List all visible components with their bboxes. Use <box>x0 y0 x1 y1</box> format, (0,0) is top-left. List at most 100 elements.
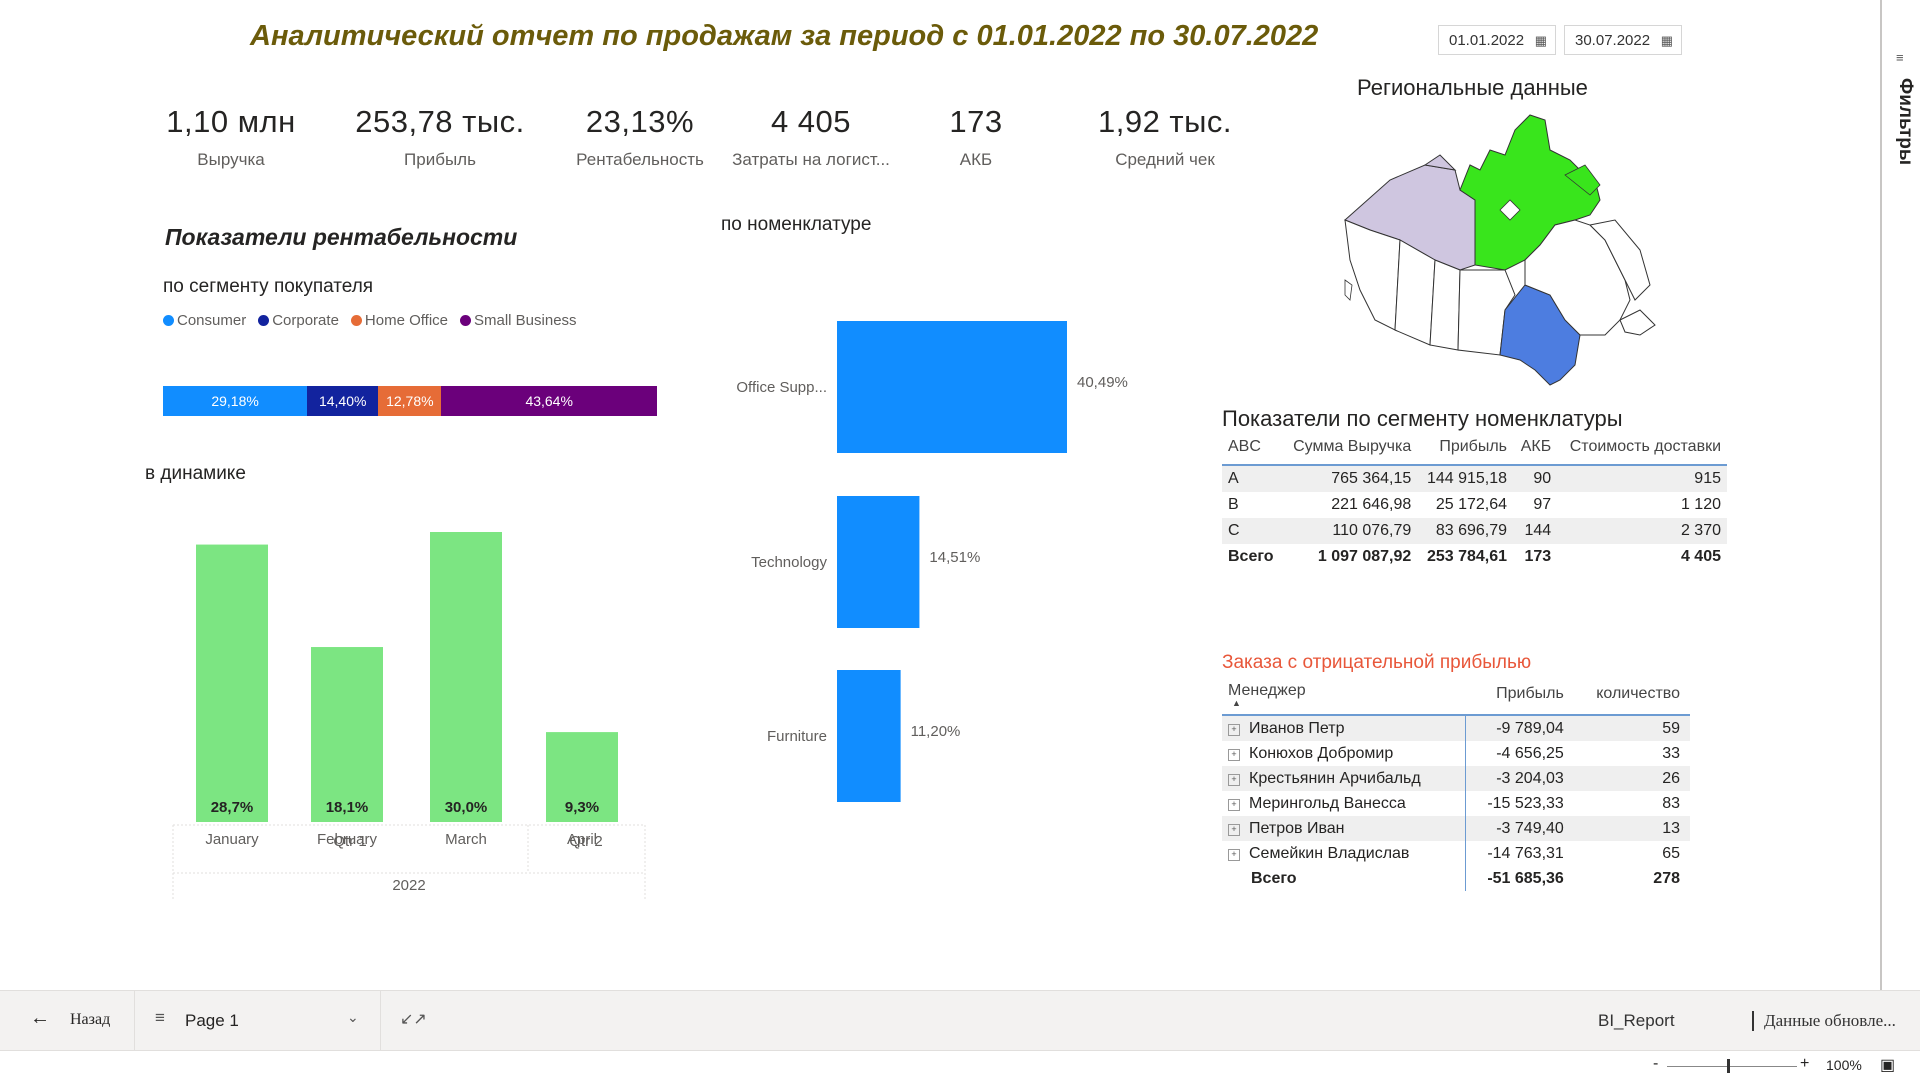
filters-label[interactable]: Фильтры <box>1894 78 1916 165</box>
nomenclature-bar[interactable] <box>837 496 920 628</box>
legend-label: Corporate <box>272 312 339 329</box>
nomenclature-bar[interactable] <box>837 670 901 802</box>
table-cell: + Мерингольд Ванесса <box>1222 791 1467 816</box>
section-heading: Показатели рентабельности <box>165 224 518 250</box>
table-cell: 13 <box>1573 816 1690 841</box>
report-title: Аналитический отчет по продажам за перио… <box>250 20 1319 52</box>
zoom-in-button[interactable]: + <box>1800 1055 1809 1073</box>
table-cell: + Конюхов Добромир <box>1222 741 1467 766</box>
back-label: Назад <box>70 1011 111 1028</box>
negative-profit-title: Заказа с отрицательной прибылью <box>1222 652 1532 673</box>
collapse-icon[interactable]: ↙↗ <box>400 1009 427 1029</box>
year-label: 2022 <box>392 877 425 894</box>
filter-icon[interactable]: ≡ <box>1896 50 1904 65</box>
expand-icon[interactable]: + <box>1228 773 1240 786</box>
abc-table-title: Показатели по сегменту номенклатуры <box>1222 406 1623 431</box>
column-header[interactable]: Прибыль <box>1417 436 1514 466</box>
date-from-input[interactable]: 01.01.2022 ▦ <box>1438 25 1556 55</box>
calendar-icon[interactable]: ▦ <box>1661 26 1673 56</box>
column-header[interactable]: Стоимость доставки <box>1557 436 1727 466</box>
map-region-saskatchewan[interactable] <box>1429 259 1461 351</box>
expand-icon[interactable]: + <box>1228 723 1240 736</box>
chevron-down-icon: ⌄ <box>347 1009 359 1025</box>
nomenclature-chart-title: по номенклатуре <box>721 214 872 235</box>
legend-item[interactable]: Corporate <box>258 312 339 329</box>
expand-icon[interactable]: + <box>1228 748 1240 761</box>
zoom-slider[interactable] <box>1667 1066 1797 1067</box>
segment-stacked-bar: 29,18% 14,40% 12,78% 43,64% <box>163 386 657 416</box>
dynamics-bar[interactable] <box>196 544 268 822</box>
column-header[interactable]: ABC <box>1222 436 1282 466</box>
table-row[interactable]: + Семейкин Владислав -14 763,31 65 <box>1222 841 1690 866</box>
expand-icon[interactable]: + <box>1228 798 1240 811</box>
legend-dot <box>163 315 174 326</box>
sort-ascending-icon[interactable]: ▲ <box>1232 699 1456 708</box>
table-row[interactable]: + Крестьянин Арчибальд -3 204,03 26 <box>1222 766 1690 791</box>
column-header[interactable]: Прибыль <box>1465 680 1574 716</box>
legend-item[interactable]: Small Business <box>460 312 577 329</box>
column-header[interactable]: АКБ <box>1513 436 1558 466</box>
table-row[interactable]: + Иванов Петр -9 789,04 59 <box>1222 715 1690 741</box>
manager-name: Иванов Петр <box>1249 719 1345 737</box>
table-cell: 278 <box>1653 869 1680 887</box>
table-row[interactable]: + Конюхов Добромир -4 656,25 33 <box>1222 741 1690 766</box>
data-updated-label[interactable]: Данные обновле... <box>1752 1011 1896 1031</box>
date-to-value: 30.07.2022 <box>1575 32 1651 49</box>
table-row[interactable]: + Петров Иван -3 749,40 13 <box>1222 816 1690 841</box>
table-row[interactable]: C 110 076,79 83 696,79 144 2 370 <box>1222 518 1727 544</box>
fit-page-icon[interactable]: ▣ <box>1880 1055 1895 1075</box>
status-bar: - + 100% ▣ <box>0 1050 1920 1081</box>
column-header[interactable]: количество <box>1573 680 1690 716</box>
calendar-icon[interactable]: ▦ <box>1535 26 1547 56</box>
regional-map[interactable] <box>1340 110 1660 390</box>
dynamics-bar[interactable] <box>430 532 502 822</box>
legend-label: Home Office <box>364 312 448 329</box>
map-region-island[interactable] <box>1344 279 1353 301</box>
map-region-maritimes[interactable] <box>1619 309 1656 336</box>
kpi-value: 1,10 млн <box>166 104 296 139</box>
legend-item[interactable]: Home Office <box>350 312 448 329</box>
table-cell: + Иванов Петр <box>1222 715 1467 741</box>
column-header[interactable]: Менеджер ▲ <box>1222 680 1466 716</box>
stack-segment-corporate[interactable]: 14,40% <box>307 386 379 416</box>
table-cell: Всего <box>1228 548 1274 565</box>
kpi-card-revenue[interactable]: 1,10 млн Выручка <box>131 104 331 170</box>
kpi-card-avg-check[interactable]: 1,92 тыс. Средний чек <box>1065 104 1265 170</box>
table-cell: + Петров Иван <box>1222 816 1467 841</box>
legend-item[interactable]: Consumer <box>163 312 246 329</box>
kpi-label: Средний чек <box>1115 150 1215 169</box>
dynamics-bar[interactable] <box>311 647 383 822</box>
map-title: Региональные данные <box>1357 75 1588 100</box>
stack-segment-small-business[interactable]: 43,64% <box>441 386 657 416</box>
bar-data-label: 18,1% <box>326 799 369 816</box>
table-row[interactable]: B 221 646,98 25 172,64 97 1 120 <box>1222 492 1727 518</box>
quarter-label: Qtr 1 <box>333 833 366 850</box>
page-selector[interactable]: ≡ Page 1 ⌄ <box>135 991 381 1051</box>
stack-segment-home-office[interactable]: 12,78% <box>378 386 442 416</box>
table-row[interactable]: + Мерингольд Ванесса -15 523,33 83 <box>1222 791 1690 816</box>
filters-pane-collapsed[interactable]: ≡ Фильтры <box>1880 0 1920 990</box>
nomenclature-bar[interactable] <box>837 321 1067 453</box>
zoom-slider-thumb[interactable] <box>1727 1059 1730 1073</box>
back-button[interactable]: ← Назад <box>0 991 135 1051</box>
expand-icon[interactable]: + <box>1228 848 1240 861</box>
kpi-value: 253,78 тыс. <box>355 104 525 139</box>
kpi-value: 1,92 тыс. <box>1097 104 1233 139</box>
kpi-card-profitability[interactable]: 23,13% Рентабельность <box>540 104 740 170</box>
table-cell: 26 <box>1573 766 1690 791</box>
table-row[interactable]: A 765 364,15 144 915,18 90 915 <box>1222 465 1727 492</box>
kpi-card-profit[interactable]: 253,78 тыс. Прибыль <box>340 104 540 170</box>
list-icon: ≡ <box>155 1008 165 1027</box>
zoom-out-button[interactable]: - <box>1653 1055 1658 1073</box>
stack-segment-consumer[interactable]: 29,18% <box>163 386 308 416</box>
date-to-input[interactable]: 30.07.2022 ▦ <box>1564 25 1682 55</box>
table-cell: 915 <box>1557 465 1727 492</box>
table-cell: -51 685,36 <box>1487 869 1564 887</box>
bar-data-label: 30,0% <box>445 799 488 816</box>
quarter-label: Qtr 2 <box>569 833 602 850</box>
table-cell: A <box>1222 465 1282 492</box>
kpi-card-akb[interactable]: 173 АКБ <box>876 104 1076 170</box>
manager-name: Семейкин Владислав <box>1249 844 1410 862</box>
column-header[interactable]: Сумма Выручка <box>1281 436 1418 466</box>
expand-icon[interactable]: + <box>1228 823 1240 836</box>
